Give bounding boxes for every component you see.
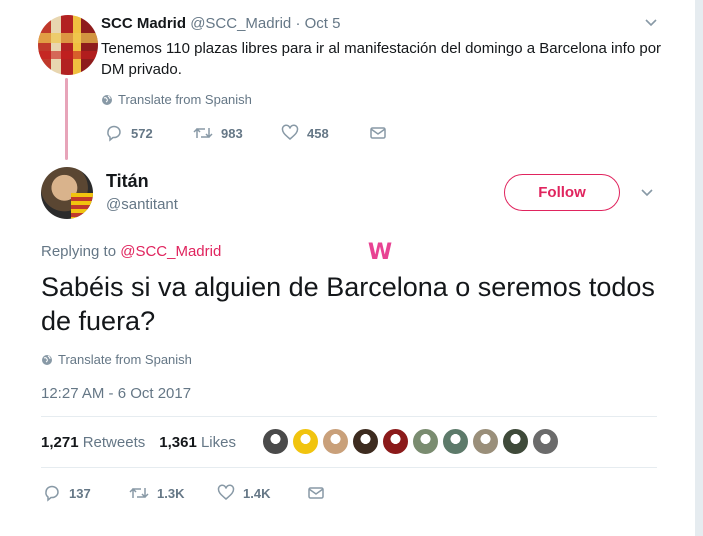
liker-avatars	[262, 428, 559, 455]
separator-dot: ·	[295, 15, 301, 32]
tweet-actions: 137 1.3K 1.4K	[43, 484, 363, 504]
retweets-stat[interactable]: 1,271 Retweets	[41, 434, 145, 451]
avatar-stripe	[38, 33, 98, 43]
reply-count: 137	[69, 485, 91, 501]
tweet-date[interactable]: Oct 5	[305, 15, 341, 32]
divider	[41, 467, 657, 468]
tweet-stats: 1,271 Retweets 1,361 Likes	[41, 434, 236, 451]
avatar-stripe	[38, 51, 98, 59]
retweet-button[interactable]: 1.3K	[129, 484, 184, 502]
globe-icon	[102, 94, 112, 105]
tweet-timestamp[interactable]: 12:27 AM - 6 Oct 2017	[41, 385, 191, 402]
author-name[interactable]: Titán	[106, 171, 149, 192]
liker-avatar[interactable]	[262, 428, 289, 455]
reply-button[interactable]: 572	[105, 124, 153, 142]
translate-label: Translate from Spanish	[58, 352, 192, 367]
parent-tweet[interactable]: SCC Madrid @SCC_Madrid · Oct 5 Tenemos 1…	[0, 0, 695, 160]
retweets-count: 1,271	[41, 434, 79, 451]
liker-avatar[interactable]	[322, 428, 349, 455]
replying-prefix: Replying to	[41, 243, 117, 260]
like-count: 1.4K	[243, 485, 271, 501]
avatar-flag	[71, 193, 93, 219]
direct-message-button[interactable]	[369, 124, 387, 142]
translate-label: Translate from Spanish	[118, 92, 252, 107]
liker-avatar[interactable]	[472, 428, 499, 455]
retweets-label: Retweets	[82, 434, 146, 451]
likes-count: 1,361	[159, 434, 197, 451]
retweet-count: 1.3K	[157, 485, 185, 501]
tweet-actions: 572 983 458	[101, 124, 401, 144]
like-button[interactable]: 1.4K	[217, 484, 270, 502]
heart-icon	[281, 124, 299, 140]
heart-icon	[217, 484, 235, 500]
like-button[interactable]: 458	[281, 124, 329, 142]
direct-message-button[interactable]	[307, 484, 325, 502]
liker-avatar[interactable]	[442, 428, 469, 455]
likes-label: Likes	[200, 434, 236, 451]
reply-count: 572	[131, 125, 153, 141]
tweet-text: Sabéis si va alguien de Barcelona o sere…	[41, 272, 655, 336]
globe-icon	[42, 354, 52, 365]
likes-stat[interactable]: 1,361 Likes	[159, 434, 236, 451]
liker-avatar[interactable]	[382, 428, 409, 455]
chevron-down-icon[interactable]	[642, 14, 660, 32]
retweet-icon	[193, 127, 213, 139]
tweet-text: Tenemos 110 plazas libres para ir al man…	[101, 40, 662, 78]
translate-link[interactable]: Translate from Spanish	[41, 352, 192, 367]
tweet-header: SCC Madrid @SCC_Madrid · Oct 5	[101, 15, 340, 32]
avatar[interactable]	[41, 167, 93, 219]
liker-avatar[interactable]	[292, 428, 319, 455]
reply-button[interactable]: 137	[43, 484, 91, 502]
retweet-icon	[129, 487, 149, 499]
window-edge	[695, 0, 703, 536]
envelope-icon	[308, 487, 324, 499]
author-handle[interactable]: @SCC_Madrid	[190, 15, 291, 32]
reply-icon	[107, 125, 121, 142]
envelope-icon	[370, 127, 386, 139]
avatar[interactable]	[38, 15, 98, 75]
translate-link[interactable]: Translate from Spanish	[101, 92, 252, 107]
w-badge-icon: W	[367, 240, 393, 265]
author-handle[interactable]: @santitant	[106, 196, 178, 213]
replying-mention[interactable]: @SCC_Madrid	[120, 243, 221, 260]
chevron-down-icon[interactable]	[638, 184, 656, 202]
reply-icon	[45, 485, 59, 502]
divider	[41, 416, 657, 417]
retweet-button[interactable]: 983	[193, 124, 243, 142]
liker-avatar[interactable]	[352, 428, 379, 455]
author-name[interactable]: SCC Madrid	[101, 15, 186, 32]
follow-button[interactable]: Follow	[504, 174, 620, 211]
retweet-count: 983	[221, 125, 243, 141]
like-count: 458	[307, 125, 329, 141]
liker-avatar[interactable]	[412, 428, 439, 455]
thread-connector	[65, 78, 68, 160]
liker-avatar[interactable]	[502, 428, 529, 455]
liker-avatar[interactable]	[532, 428, 559, 455]
replying-to: Replying to @SCC_Madrid	[41, 243, 221, 260]
